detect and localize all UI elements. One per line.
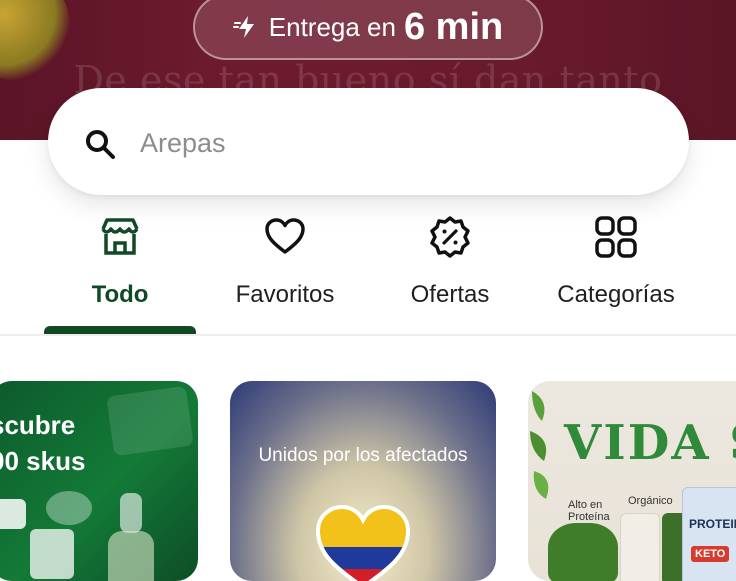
promo-card-vida-sana[interactable]: VIDA SAN Alto en Proteína Orgánico PROTE… [528,381,736,581]
delivery-label: Entrega en [268,11,396,42]
promo-card-unidos[interactable]: Unidos por los afectados [230,381,496,581]
product-image [46,491,92,525]
colombia-heart-icon [315,504,411,581]
grid-icon [595,216,637,258]
product-image [548,523,618,581]
card-title: Unidos por los afectados [258,445,468,466]
leaf-decoration-icon [530,391,549,499]
card-text: scubre 00 skus [0,407,85,479]
tag-protein: Alto en Proteína [568,499,610,523]
heart-icon [265,218,305,254]
delivery-time-pill: Entrega en 6 min [193,0,543,60]
product-label: PROTEIN [689,517,736,531]
tabs-divider [0,334,736,336]
tab-label: Todo [91,281,149,308]
delivery-time: 6 min [403,5,504,48]
product-image [620,513,660,581]
tab-label: Categorías [557,281,675,308]
product-image [120,493,142,533]
tab-ofertas[interactable]: Ofertas [388,205,512,333]
product-image: PROTEIN KETO [682,487,736,581]
search-icon [86,130,115,159]
tab-favoritos[interactable]: Favoritos [214,205,356,333]
promo-card-discover[interactable]: scubre 00 skus [0,381,198,581]
tab-label: Ofertas [410,281,490,308]
fast-delivery-icon [232,16,254,38]
product-image [106,385,194,457]
brand-title: VIDA SAN [564,415,736,471]
tab-categorias[interactable]: Categorías [545,205,687,333]
product-label: KETO [691,546,730,562]
product-image [108,531,154,581]
store-icon [101,218,139,255]
tag-organic: Orgánico [628,495,673,507]
active-tab-indicator [44,326,196,334]
card-line: scubre [0,410,76,440]
discount-badge-icon [430,216,470,258]
product-image [0,499,26,529]
product-image [30,529,74,579]
tab-label: Favoritos [235,281,335,308]
tab-todo[interactable]: Todo [44,205,196,333]
card-line: 00 skus [0,446,86,476]
category-tabs: Todo Favoritos Ofertas Categorías [0,205,736,335]
search-input[interactable] [138,121,662,165]
